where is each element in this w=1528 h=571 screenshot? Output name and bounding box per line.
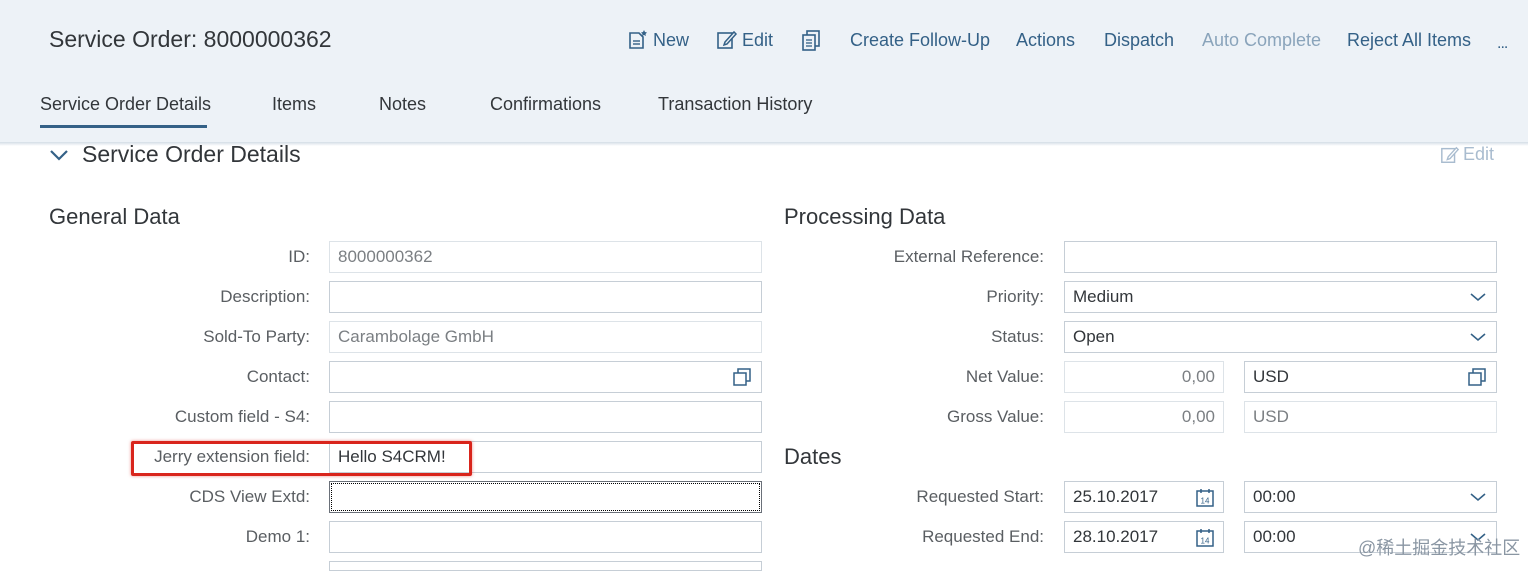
requested-start-time-select[interactable]: 00:00 bbox=[1244, 481, 1497, 513]
processing-data-title: Processing Data bbox=[784, 204, 946, 229]
priority-label: Priority: bbox=[986, 287, 1044, 306]
section-edit-button[interactable]: Edit bbox=[1440, 144, 1494, 165]
cds-view-extd-input[interactable] bbox=[329, 481, 762, 513]
contact-label: Contact: bbox=[246, 367, 310, 386]
contact-input[interactable] bbox=[329, 361, 762, 393]
page-title: Service Order: 8000000362 bbox=[49, 26, 332, 52]
cds-view-extd-label: CDS View Extd: bbox=[189, 487, 310, 506]
custom-field-s4-label: Custom field - S4: bbox=[174, 407, 310, 426]
tab-notes[interactable]: Notes bbox=[379, 88, 426, 128]
gross-value-currency-field: USD bbox=[1244, 401, 1497, 433]
sold-to-party-field: Carambolage GmbH bbox=[329, 321, 762, 353]
requested-start-date-input[interactable]: 25.10.2017 14 bbox=[1064, 481, 1224, 513]
status-label: Status: bbox=[991, 327, 1044, 346]
svg-text:14: 14 bbox=[1201, 497, 1210, 506]
dispatch-button[interactable]: Dispatch bbox=[1104, 26, 1174, 54]
net-value-label: Net Value: bbox=[965, 367, 1044, 386]
watermark: @稀土掘金技术社区 bbox=[1358, 538, 1521, 558]
custom-field-s4-input[interactable] bbox=[329, 401, 762, 433]
status-select[interactable]: Open bbox=[1064, 321, 1497, 353]
external-reference-input[interactable] bbox=[1064, 241, 1497, 273]
description-label: Description: bbox=[220, 287, 310, 306]
chevron-down-icon[interactable] bbox=[1470, 491, 1486, 503]
edit-button[interactable]: Edit bbox=[716, 26, 773, 54]
priority-select[interactable]: Medium bbox=[1064, 281, 1497, 313]
tab-transaction-history[interactable]: Transaction History bbox=[658, 88, 812, 128]
chevron-down-icon[interactable] bbox=[49, 145, 69, 165]
net-value-currency-input[interactable]: USD bbox=[1244, 361, 1497, 393]
demo-1-input[interactable] bbox=[329, 521, 762, 553]
value-help-icon[interactable] bbox=[733, 368, 751, 386]
svg-text:14: 14 bbox=[1201, 537, 1210, 546]
calendar-icon[interactable]: 14 bbox=[1195, 528, 1215, 548]
highlight-box bbox=[131, 441, 472, 476]
new-document-icon bbox=[629, 30, 647, 49]
tab-service-order-details[interactable]: Service Order Details bbox=[40, 88, 211, 128]
requested-end-date-input[interactable]: 28.10.2017 14 bbox=[1064, 521, 1224, 553]
dates-title: Dates bbox=[784, 444, 842, 469]
create-follow-up-button[interactable]: Create Follow-Up bbox=[850, 26, 990, 54]
gross-value-field: 0,00 bbox=[1064, 401, 1224, 433]
requested-start-label: Requested Start: bbox=[916, 487, 1044, 506]
copy-button[interactable] bbox=[800, 26, 826, 54]
net-value-field: 0,00 bbox=[1064, 361, 1224, 393]
demo-1-label: Demo 1: bbox=[245, 527, 310, 546]
section-title: Service Order Details bbox=[82, 141, 301, 167]
tab-confirmations[interactable]: Confirmations bbox=[490, 88, 601, 128]
edit-icon bbox=[1441, 146, 1460, 163]
edit-icon bbox=[717, 30, 738, 49]
description-input[interactable] bbox=[329, 281, 762, 313]
calendar-icon[interactable]: 14 bbox=[1195, 488, 1215, 508]
gross-value-label: Gross Value: bbox=[946, 407, 1044, 426]
overflow-button[interactable]: ... bbox=[1497, 30, 1508, 58]
value-help-icon[interactable] bbox=[1468, 368, 1486, 386]
id-label: ID: bbox=[288, 247, 310, 266]
reject-all-items-button[interactable]: Reject All Items bbox=[1347, 26, 1471, 54]
sold-to-party-label: Sold-To Party: bbox=[203, 327, 310, 346]
new-button[interactable]: New bbox=[627, 26, 689, 54]
auto-complete-button[interactable]: Auto Complete bbox=[1202, 26, 1321, 54]
chevron-down-icon[interactable] bbox=[1470, 331, 1486, 343]
tab-items[interactable]: Items bbox=[272, 88, 316, 128]
chevron-down-icon[interactable] bbox=[1470, 291, 1486, 303]
id-field: 8000000362 bbox=[329, 241, 762, 273]
copy-icon bbox=[802, 30, 820, 51]
general-data-title: General Data bbox=[49, 204, 180, 229]
external-reference-label: External Reference: bbox=[893, 247, 1044, 266]
requested-end-label: Requested End: bbox=[922, 527, 1044, 546]
actions-button[interactable]: Actions bbox=[1016, 26, 1075, 54]
